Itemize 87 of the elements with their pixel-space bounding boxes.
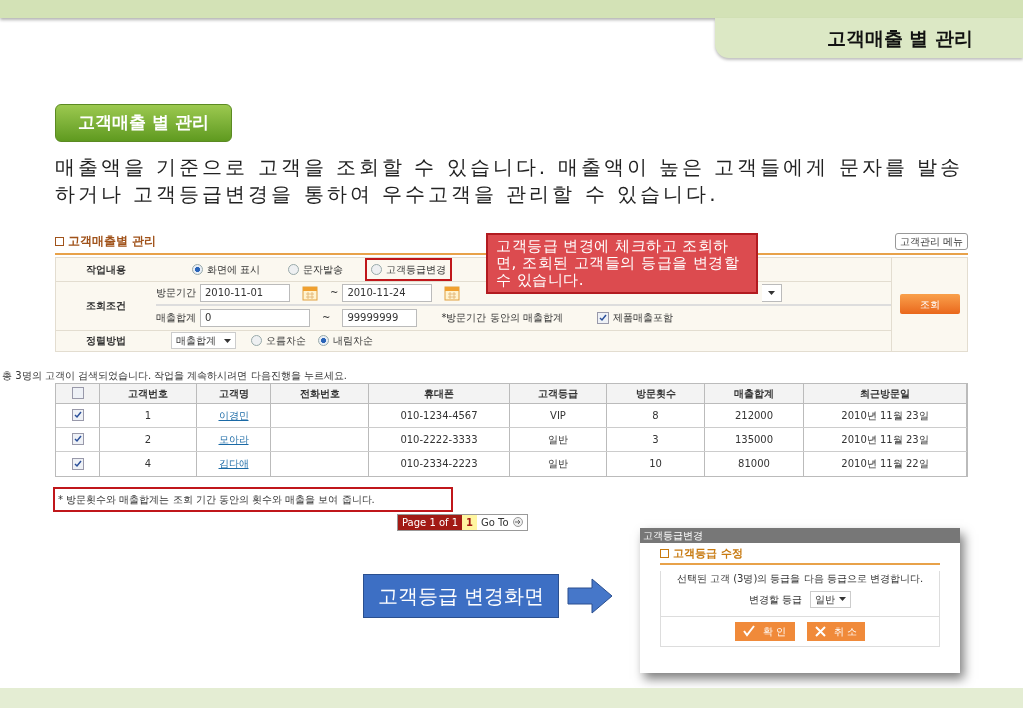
column-header: 고객명 [197,383,271,403]
column-header: 전화번호 [271,383,369,403]
sort-dropdown[interactable]: 매출합계 [171,332,236,349]
table-cell-text: 81000 [738,457,770,471]
table-cell-text: 2 [144,432,152,447]
square-icon [55,236,64,246]
table-cell-text: 010-2222-3333 [400,432,478,447]
close-icon [814,625,826,637]
field-label: 방문기간 [156,286,196,300]
table-cell-text: 일반 [548,432,568,447]
column-header: 방문횟수 [607,383,705,403]
dialog-heading: 고객등급 수정 [660,546,940,565]
field-note: *방문기간 동안의 매출합계 [441,311,563,325]
column-header: 휴대폰 [369,383,510,403]
sort-option[interactable]: 내림차순 [318,333,373,348]
dialog-title: 고객등급변경 [640,528,960,543]
table-cell-text: VIP [550,408,566,423]
callout-tooltip: 고객등급 변경에 체크하고 조회하면, 조회된 고객들의 등급을 변경할 수 있습니다. [486,233,758,294]
column-header: 매출합계 [705,383,804,403]
table-cell-text: 3 [652,432,659,447]
table-cell-text: 1 [144,408,152,423]
task-option[interactable]: 문자발송 [282,257,350,281]
checkbox[interactable] [71,387,84,399]
table-cell-text: 212000 [734,408,774,423]
checkmark-icon [73,435,82,443]
row-label: 작업내용 [85,262,127,277]
checkbox[interactable] [71,457,84,470]
task-option[interactable]: 화면에 표시 [186,257,267,281]
caret-icon [768,290,776,295]
checkmark-icon [73,411,82,419]
row-label: 조회조건 [85,299,127,313]
grade-label: 변경할 등급 [748,592,803,607]
right-arrow-icon [567,578,614,614]
checkbox[interactable] [71,433,84,445]
customer-name-link[interactable]: 김다애 [218,456,249,471]
page-info: Page 1 of 1 [398,514,463,530]
table-cell-text: 8 [652,408,659,423]
arrow-icon [512,517,523,527]
grade-dropdown[interactable]: 일반 [810,590,852,608]
amount-field[interactable]: 99999999 [342,308,418,327]
row-label: 정렬방법 [85,334,127,348]
checkbox-label: 제품매출포함 [612,311,673,325]
table-cell-text: 2010년 11월 23일 [841,408,929,423]
checkmark-icon [598,313,607,322]
checkmark-icon [73,459,82,468]
description: 매출액을 기준으로 고객을 조회할 수 있습니다. 매출액이 높은 고객들에게 문자를 발송하거나 고객등급변경을 통하여 우수고객을 관리할 수 있습니다. [55,153,964,208]
result-message: 총 3명의 고객이 검색되었습니다. 작업을 계속하시려면 다음진행을 누르세요. [2,368,348,383]
radio-button[interactable] [371,263,383,275]
customer-name-link[interactable]: 이경민 [218,407,249,423]
date-field[interactable]: 2010-11-24 [342,283,433,302]
table-cell-text: 일반 [548,457,568,471]
table-cell-text: 010-1234-4567 [400,408,478,423]
note: * 방문횟수와 매출합계는 조회 기간 동안의 횟수와 매출을 보여 줍니다. [53,486,453,512]
radio-button[interactable] [251,335,262,346]
table-cell-text: 10 [649,457,662,471]
dropdown[interactable] [762,283,783,302]
task-option[interactable]: 고객등급변경 [365,257,453,281]
table-cell-text: 010-2334-2223 [400,457,478,471]
caption: 고객등급 변경화면 [363,574,560,618]
checkmark-icon [743,625,756,637]
caret-icon [839,597,847,601]
caret-icon [224,338,231,343]
current-page[interactable]: 1 [462,514,478,530]
radio-button[interactable] [192,263,203,275]
amount-field[interactable]: 0 [200,308,310,327]
separator: ~ [330,286,339,300]
date-field[interactable]: 2010-11-01 [200,283,290,302]
column-header: 고객등급 [510,383,607,403]
table-cell-text: 135000 [734,432,774,447]
column-header: 고객번호 [100,383,197,403]
table-cell-text: 2010년 11월 22일 [841,457,929,471]
dialog-message: 선택된 고객 (3명)의 등급을 다음 등급으로 변경합니다. [675,571,925,586]
customer-name-link[interactable]: 모아라 [218,431,249,447]
menu-button[interactable]: 고객관리 메뉴 [894,232,968,250]
section-badge: 고객매출 별 관리 [55,104,232,142]
column-header: 최근방문일 [804,383,967,403]
square-icon [660,549,669,558]
table-cell-text: 4 [144,457,152,471]
radio-button[interactable] [318,335,329,346]
sort-option[interactable]: 오름차순 [251,333,306,348]
table-cell-text: 2010년 11월 23일 [841,432,929,447]
checkbox[interactable] [71,409,84,421]
separator: ~ [322,311,331,325]
radio-button[interactable] [288,263,300,275]
field-label: 매출합계 [156,311,196,325]
panel-title: 고객매출별 관리 [55,231,157,250]
checkbox[interactable] [596,311,609,324]
